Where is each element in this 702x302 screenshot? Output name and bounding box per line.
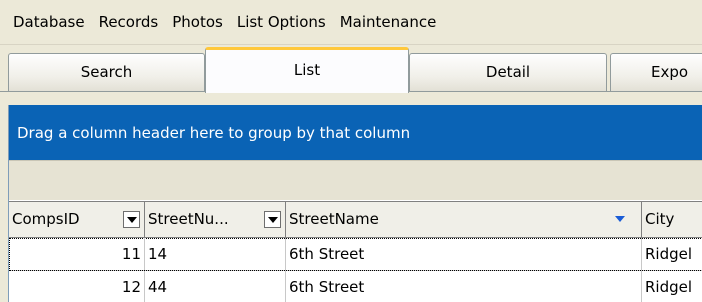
filter-dropdown-icon[interactable] [264, 211, 281, 228]
column-header-label: City [645, 210, 675, 228]
column-header-city[interactable]: City [642, 202, 702, 237]
table-row[interactable]: 12 44 6th Street Ridgel [9, 271, 702, 302]
filter-dropdown-icon[interactable] [123, 211, 140, 228]
menu-list-options[interactable]: List Options [229, 0, 332, 44]
column-header-streetname[interactable]: StreetName [286, 202, 642, 237]
cell-streetnumber[interactable]: 14 [145, 238, 286, 270]
tab-strip: Search List Detail Expo [0, 45, 702, 104]
tab-export[interactable]: Expo [610, 53, 702, 91]
sort-arrow-icon[interactable] [612, 211, 629, 228]
cell-streetname[interactable]: 6th Street [286, 271, 642, 302]
cell-city[interactable]: Ridgel [642, 271, 702, 302]
column-header-label: CompsID [12, 210, 80, 228]
cell-streetnumber[interactable]: 44 [145, 271, 286, 302]
column-header-label: StreetName [289, 210, 379, 228]
menu-database[interactable]: Database [0, 0, 91, 44]
column-header-label: StreetNu... [148, 210, 229, 228]
column-header-streetnumber[interactable]: StreetNu... [145, 202, 286, 237]
cell-compsid[interactable]: 12 [9, 271, 145, 302]
cell-compsid[interactable]: 11 [9, 238, 145, 270]
grid-header: CompsID StreetNu... StreetName City [9, 201, 702, 238]
menu-bar: Database Records Photos List Options Mai… [0, 0, 702, 45]
menu-records[interactable]: Records [91, 0, 165, 44]
group-by-panel[interactable]: Drag a column header here to group by th… [9, 105, 702, 160]
cell-streetname[interactable]: 6th Street [286, 238, 642, 270]
cell-city[interactable]: Ridgel [642, 238, 702, 270]
tab-detail[interactable]: Detail [409, 53, 607, 91]
menu-maintenance[interactable]: Maintenance [332, 0, 443, 44]
list-panel: Drag a column header here to group by th… [8, 105, 702, 302]
menu-photos[interactable]: Photos [164, 0, 229, 44]
column-header-compsid[interactable]: CompsID [9, 202, 145, 237]
grid-toolbar-strip [9, 160, 702, 200]
group-by-hint: Drag a column header here to group by th… [17, 123, 411, 142]
tab-list[interactable]: List [205, 47, 409, 93]
table-row[interactable]: 11 14 6th Street Ridgel [9, 238, 702, 271]
tab-search[interactable]: Search [8, 53, 205, 91]
